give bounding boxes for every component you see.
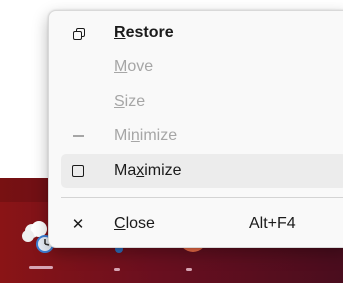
- menu-label-move: Move: [114, 58, 154, 75]
- minimize-icon: [65, 119, 91, 153]
- menu-item-move[interactable]: Move: [61, 50, 343, 84]
- menu-item-maximize[interactable]: Maximize: [61, 154, 343, 188]
- restore-icon: [65, 16, 91, 50]
- menu-item-close[interactable]: ✕ Close Alt+F4: [61, 207, 343, 241]
- menu-label-maximize: Maximize: [114, 162, 182, 179]
- menu-separator: [61, 197, 343, 198]
- menu-label-minimize: Minimize: [114, 127, 178, 144]
- taskbar-running-indicator: [186, 268, 192, 271]
- menu-item-restore[interactable]: Restore: [61, 16, 343, 50]
- menu-label-size: Size: [114, 93, 146, 110]
- menu-item-size[interactable]: Size: [61, 85, 343, 119]
- menu-label-restore: Restore: [114, 24, 174, 41]
- taskbar-active-indicator: [29, 266, 53, 269]
- close-shortcut: Alt+F4: [249, 215, 296, 232]
- taskbar-running-indicator: [114, 268, 120, 271]
- maximize-icon: [65, 154, 91, 188]
- close-icon: ✕: [71, 216, 85, 233]
- window-system-menu: Restore Move Size Minimize Maximize ✕ Cl…: [48, 10, 343, 248]
- menu-item-minimize[interactable]: Minimize: [61, 119, 343, 153]
- menu-label-close: Close: [114, 215, 155, 232]
